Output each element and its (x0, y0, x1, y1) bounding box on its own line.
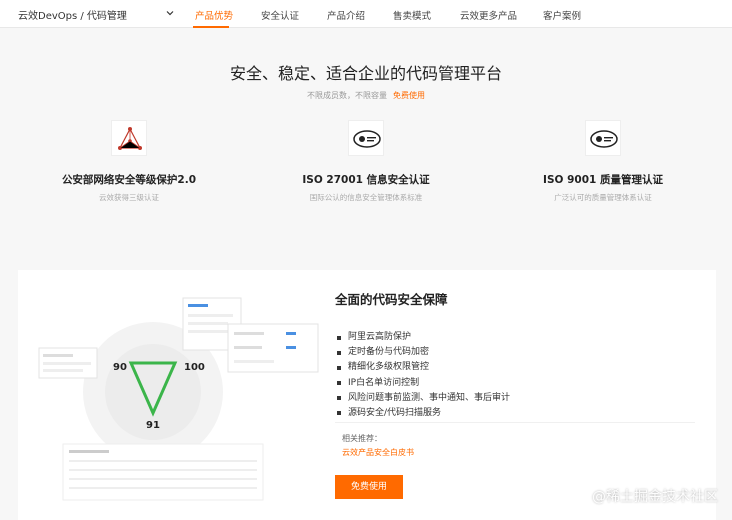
chevron-down-icon[interactable] (164, 7, 176, 19)
active-tab-indicator (193, 26, 229, 28)
feature-list: 阿里云高防保护 定时备份与代码加密 精细化多级权限管控 IP白名单访问控制 风险… (337, 330, 510, 421)
card-title: 全面的代码安全保障 (335, 292, 448, 307)
tab-sales-mode[interactable]: 售卖模式 (393, 8, 431, 22)
list-item: 阿里云高防保护 (337, 330, 510, 345)
tab-more-products[interactable]: 云效更多产品 (460, 8, 517, 22)
whitepaper-link[interactable]: 云效产品安全白皮书 (342, 447, 414, 458)
iso-badge-icon (585, 120, 621, 156)
cert-desc: 广泛认可的质量管理体系认证 (554, 193, 652, 202)
divider (335, 422, 695, 423)
list-item: IP白名单访问控制 (337, 376, 510, 391)
list-item: 精细化多级权限管控 (337, 360, 510, 375)
hero-title: 安全、稳定、适合企业的代码管理平台 (229, 64, 502, 83)
watermark: @稀土掘金技术社区 (592, 489, 718, 505)
tab-customer-cases[interactable]: 客户案例 (543, 8, 581, 22)
score-left: 90 (113, 362, 127, 373)
product-breadcrumb[interactable]: 云效DevOps / 代码管理 (18, 7, 127, 22)
top-nav: 云效DevOps / 代码管理 产品优势 安全认证 产品介绍 售卖模式 云效更多… (0, 0, 732, 28)
iso-badge-icon (348, 120, 384, 156)
list-item: 源码安全/代码扫描服务 (337, 406, 510, 421)
score-bottom: 91 (146, 420, 160, 431)
list-item: 定时备份与代码加密 (337, 345, 510, 360)
list-item: 风险问题事前监测、事中通知、事后审计 (337, 391, 510, 406)
cert-title: ISO 27001 信息安全认证 (302, 174, 430, 186)
cert-title: 公安部网络安全等级保护2.0 (61, 174, 197, 186)
cert-desc: 国际公认的信息安全管理体系标准 (309, 193, 423, 202)
free-use-link[interactable]: 免费使用 (393, 91, 425, 100)
free-use-button[interactable]: 免费使用 (335, 475, 403, 499)
tab-product-advantages[interactable]: 产品优势 (195, 8, 233, 22)
cert-desc: 云效获得三级认证 (99, 193, 159, 202)
security-feature-card: 90 100 91 全面的代码安全保障 阿里云高防保护 定时备份与代码加密 精细… (18, 270, 716, 520)
tab-product-intro[interactable]: 产品介绍 (327, 8, 365, 22)
security-dashboard-illustration: 90 100 91 (18, 270, 328, 520)
tab-security-certification[interactable]: 安全认证 (261, 8, 299, 22)
hero-subtitle: 不限成员数，不限容量 免费使用 (0, 90, 732, 101)
network-triangle-icon (111, 120, 147, 156)
cert-title: ISO 9001 质量管理认证 (543, 174, 663, 186)
related-label: 相关推荐： (342, 434, 382, 443)
score-right: 100 (184, 362, 205, 373)
hero-subtitle-text: 不限成员数，不限容量 (307, 91, 387, 100)
